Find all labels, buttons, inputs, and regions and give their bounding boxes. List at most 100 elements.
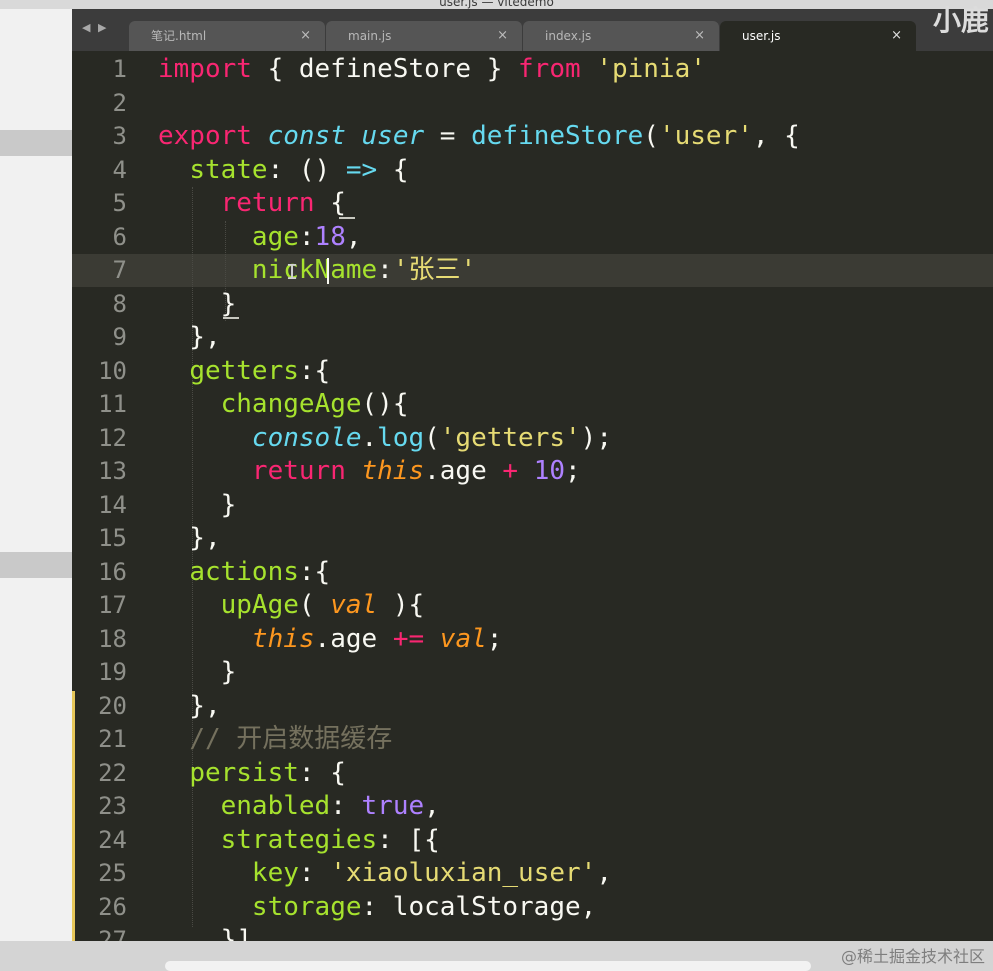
code-line[interactable]: 22 persist: {: [72, 757, 993, 790]
tab-label: 笔记.html: [151, 29, 207, 43]
line-number: 26: [98, 892, 127, 921]
line-text: key: 'xiaoluxian_user',: [251, 858, 612, 888]
line-number: 21: [98, 725, 127, 753]
code-line[interactable]: 8 }: [72, 288, 993, 321]
tab-main-js[interactable]: main.js ×: [326, 21, 522, 51]
window-title: user.js — vitedemo: [0, 0, 993, 9]
tab-notes-html[interactable]: 笔记.html ×: [129, 21, 325, 51]
line-text: },: [158, 523, 221, 553]
code-line[interactable]: 2: [72, 87, 993, 120]
code-line[interactable]: 14 }: [72, 489, 993, 522]
line-number: 1: [112, 55, 127, 83]
line-text: }: [158, 288, 237, 319]
line-number: 20: [98, 691, 127, 720]
horizontal-scrollbar[interactable]: @稀土掘金技术社区: [0, 941, 993, 971]
line-number: 27: [98, 926, 127, 941]
line-text: return this.age + 10;: [251, 456, 581, 486]
line-number: 5: [112, 189, 127, 217]
line-number: 8: [112, 289, 127, 318]
code-editor[interactable]: 1 import { defineStore } from 'pinia' 2 3 ex…: [72, 51, 993, 941]
line-number: 9: [112, 323, 127, 351]
code-line[interactable]: 25 key: 'xiaoluxian_user',: [72, 857, 993, 890]
close-icon[interactable]: ×: [891, 21, 902, 51]
code-line[interactable]: 18 this.age += val;: [72, 623, 993, 656]
tab-user-js[interactable]: user.js ×: [720, 21, 916, 51]
background-app-strip: [0, 0, 72, 971]
line-text: state: () => {: [189, 154, 409, 185]
line-text: nickName:'张三': [251, 255, 477, 285]
line-number: 7: [112, 256, 127, 284]
tab-label: main.js: [348, 29, 392, 43]
code-line[interactable]: 26 storage: localStorage,: [72, 891, 993, 924]
watermark-top: 小鹿: [932, 4, 989, 37]
tab-label: index.js: [545, 29, 592, 43]
watermark: @稀土掘金技术社区: [840, 947, 985, 966]
code-line[interactable]: 3 export const user = defineStore('user',…: [72, 120, 993, 153]
code-line[interactable]: 13 return this.age + 10;: [72, 455, 993, 488]
code-line[interactable]: 21 // 开启数据缓存: [72, 723, 993, 756]
line-text: }]: [158, 925, 252, 941]
tab-bar: ◀ ▶ 笔记.html × main.js × index.js × user.…: [72, 4, 993, 51]
bracket-match-open: [339, 217, 355, 219]
line-number: 4: [112, 155, 127, 184]
code-line[interactable]: 15 },: [72, 522, 993, 555]
code-line[interactable]: 4 state: () => {: [72, 154, 993, 187]
line-text: actions:{: [189, 556, 331, 587]
line-number: 22: [98, 758, 127, 787]
line-text: storage: localStorage,: [251, 891, 597, 922]
line-number: 10: [98, 356, 127, 385]
code-line[interactable]: 7 nickName:'张三': [72, 254, 993, 287]
text-caret: [327, 258, 329, 284]
code-line[interactable]: 6 age:18,: [72, 221, 993, 254]
line-text: changeAge(){: [220, 389, 409, 419]
line-text: console.log('getters');: [251, 422, 612, 453]
line-text: this.age += val;: [251, 623, 503, 654]
line-number: 17: [98, 591, 127, 619]
code-line[interactable]: 10 getters:{: [72, 355, 993, 388]
code-line[interactable]: 20 },: [72, 690, 993, 723]
line-number: 24: [98, 825, 127, 854]
line-number: 18: [98, 624, 127, 653]
code-line[interactable]: 9 },: [72, 321, 993, 354]
code-line[interactable]: 27 }]: [72, 924, 993, 941]
line-number: 13: [98, 457, 127, 485]
line-number: 12: [98, 423, 127, 452]
line-number: 14: [98, 490, 127, 519]
line-number: 6: [112, 222, 127, 251]
code-line[interactable]: 12 console.log('getters');: [72, 422, 993, 455]
line-text: },: [158, 690, 221, 721]
tab-nav-arrows-icon[interactable]: ◀ ▶: [82, 21, 108, 34]
code-line[interactable]: 17 upAge( val ){: [72, 589, 993, 622]
line-text: }: [158, 489, 237, 520]
line-text: },: [158, 322, 221, 352]
line-text: persist: {: [189, 757, 346, 788]
line-number: 2: [112, 88, 127, 117]
line-text: age:18,: [251, 221, 362, 252]
bracket-match-close: [223, 317, 239, 319]
line-number: 15: [98, 524, 127, 552]
line-text: import { defineStore } from 'pinia': [158, 54, 706, 84]
ibeam-cursor-icon: I: [286, 260, 299, 284]
code-line[interactable]: 23 enabled: true,: [72, 790, 993, 823]
tab-label: user.js: [742, 29, 781, 43]
tab-index-js[interactable]: index.js ×: [523, 21, 719, 51]
code-line[interactable]: 5 return {: [72, 187, 993, 220]
scrollbar-thumb[interactable]: [165, 961, 811, 971]
line-text: upAge( val ){: [220, 590, 425, 620]
code-line[interactable]: 24 strategies: [{: [72, 824, 993, 857]
line-text: return {: [220, 188, 346, 218]
close-icon[interactable]: ×: [300, 21, 311, 51]
code-line[interactable]: 11 changeAge(){: [72, 388, 993, 421]
line-text: getters:{: [189, 355, 331, 386]
close-icon[interactable]: ×: [694, 21, 705, 51]
line-number: 16: [98, 557, 127, 586]
close-icon[interactable]: ×: [497, 21, 508, 51]
code-line[interactable]: 1 import { defineStore } from 'pinia': [72, 53, 993, 86]
code-line[interactable]: 19 }: [72, 656, 993, 689]
code-line[interactable]: 16 actions:{: [72, 556, 993, 589]
line-number: 3: [112, 122, 127, 150]
line-text: export const user = defineStore('user', …: [158, 121, 800, 151]
line-number: 25: [98, 859, 127, 887]
line-text: strategies: [{: [220, 824, 440, 855]
line-number: 19: [98, 658, 127, 686]
